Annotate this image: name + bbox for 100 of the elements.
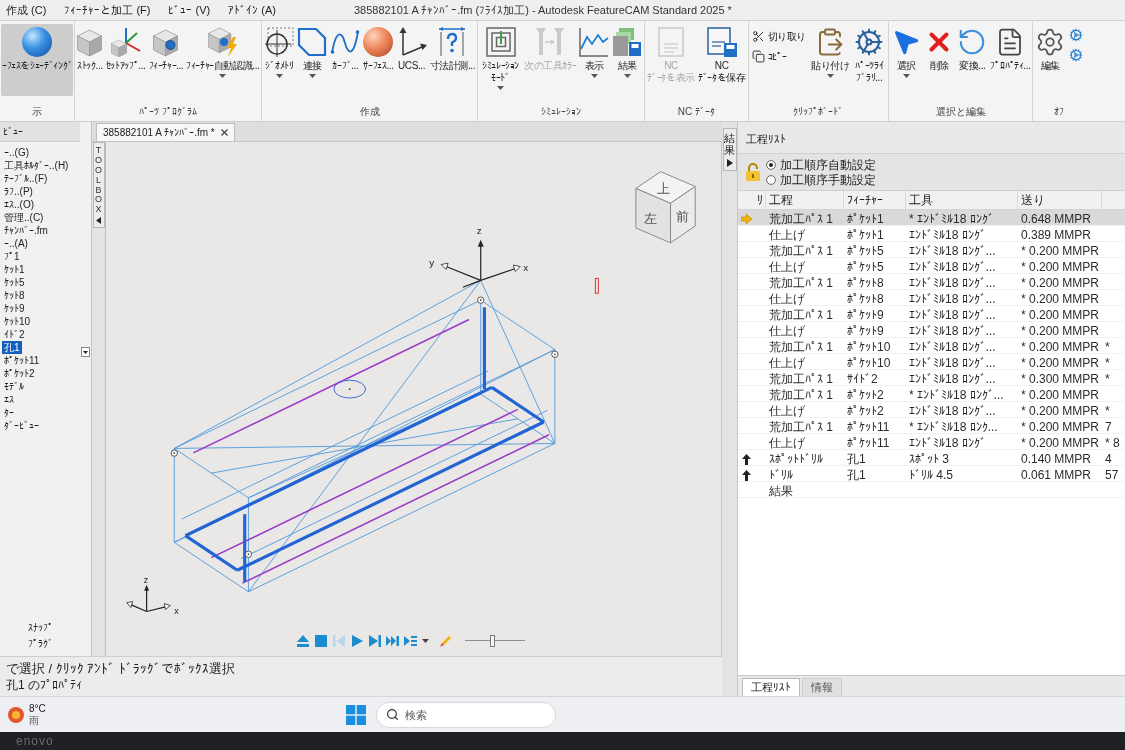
view-cube[interactable] (635, 171, 696, 244)
tree-item[interactable]: ﾎﾟｹｯﾄ11 (2, 354, 42, 367)
ribbon-button[interactable]: 編集 (1034, 24, 1067, 96)
tree-item[interactable]: ﾎﾟｹｯﾄ2 (2, 367, 37, 380)
weather-icon[interactable] (8, 706, 24, 723)
tree-item[interactable]: ｹｯﾄ5 (2, 276, 27, 289)
table-row[interactable]: 仕上げ ﾎﾟｹｯﾄ10 ｴﾝﾄﾞﾐﾙ18 ﾛﾝｸﾞ... * 0.200 MMPR * (738, 354, 1125, 370)
ribbon-button[interactable]: 選択 (890, 24, 923, 96)
start-icon[interactable] (345, 704, 366, 725)
ribbon-button[interactable]: NC ﾃﾞｰﾀを保存 (696, 24, 747, 96)
table-row[interactable]: 荒加工ﾊﾟｽ 1 ﾎﾟｹｯﾄ11 * ｴﾝﾄﾞﾐﾙ18 ﾛﾝｸ... * 0.200 MMPR 7 (738, 418, 1125, 434)
table-row[interactable]: 仕上げ ﾎﾟｹｯﾄ11 ｴﾝﾄﾞﾐﾙ18 ﾛﾝｸﾞ * 0.200 MMPR * 8 (738, 434, 1125, 450)
radio-label[interactable]: 加工順序自動設定 (780, 157, 876, 172)
menu-item[interactable]: ﾋﾞｭｰ (V) (168, 1, 211, 19)
table-row[interactable]: 荒加工ﾊﾟｽ 1 ﾎﾟｹｯﾄ10 ｴﾝﾄﾞﾐﾙ18 ﾛﾝｸﾞ... * 0.200 MMPR * (738, 338, 1125, 354)
ribbon-button[interactable]: 結果 (611, 24, 644, 96)
ribbon-button[interactable]: 貼り付け (809, 24, 851, 96)
slider-thumb[interactable] (489, 635, 495, 647)
tree-item[interactable]: ｹｯﾄ8 (2, 289, 27, 302)
tree-item[interactable]: 管理..(C) (2, 211, 46, 224)
table-row[interactable]: 荒加工ﾊﾟｽ 1 ｻｲﾄﾞ2 ｴﾝﾄﾞﾐﾙ18 ﾛﾝｸﾞ... * 0.300 MMPR * (738, 370, 1125, 386)
play-icon[interactable] (350, 634, 364, 648)
radio-label[interactable]: 加工順序手動設定 (780, 172, 876, 187)
scroll-button[interactable] (81, 347, 90, 357)
slider-track[interactable] (465, 635, 525, 647)
results-tab[interactable]: 結果 (722, 128, 737, 172)
radio-icon[interactable] (766, 159, 776, 170)
skip-to-end-icon[interactable] (386, 634, 400, 648)
column-header[interactable]: ﾘ (754, 191, 766, 209)
tree-item[interactable]: ｹｯﾄ10 (2, 315, 33, 328)
tree-item[interactable]: ﾌﾟ1 (2, 250, 22, 263)
tree-item[interactable]: 孔1 (2, 341, 22, 354)
tree-item[interactable]: ｴｽ..(O) (2, 198, 36, 211)
ribbon-button[interactable]: ｺﾋﾟｰ (749, 46, 808, 66)
tree-item[interactable]: ﾀﾞｰﾋﾞｭｰ (2, 419, 41, 432)
tab[interactable]: 工程ﾘｽﾄ (742, 678, 800, 696)
ribbon-button[interactable]: ｻｰﾌｪｽ... (362, 24, 395, 96)
ribbon-button[interactable]: ﾌｨｰﾁｬｰ自動認識... (185, 24, 261, 96)
tab[interactable]: 情報 (802, 678, 842, 696)
ribbon-button[interactable]: ｶｰﾌﾞ... (329, 24, 362, 96)
table-row[interactable]: 荒加工ﾊﾟｽ 1 ﾎﾟｹｯﾄ9 ｴﾝﾄﾞﾐﾙ18 ﾛﾝｸﾞ... * 0.200 MMPR (738, 306, 1125, 322)
table-row[interactable]: 仕上げ ﾎﾟｹｯﾄ2 ｴﾝﾄﾞﾐﾙ18 ﾛﾝｸﾞ... * 0.200 MMPR * (738, 402, 1125, 418)
table-row[interactable]: 仕上げ ﾎﾟｹｯﾄ5 ｴﾝﾄﾞﾐﾙ18 ﾛﾝｸﾞ... * 0.200 MMPR (738, 258, 1125, 274)
ribbon-button[interactable]: 連接 (296, 24, 329, 96)
step-forward-icon[interactable] (368, 634, 382, 648)
document-tab[interactable]: 385882101 A ﾁｬﾝﾊﾞｰ.fm * (96, 123, 235, 141)
ribbon-button[interactable]: ｽﾄｯｸ... (76, 24, 104, 96)
tree-item[interactable]: ｴｽ (2, 393, 16, 406)
ribbon-button[interactable]: ﾌﾟﾛﾊﾟﾃｨ... (989, 24, 1032, 96)
table-row[interactable]: 仕上げ ﾎﾟｹｯﾄ9 ｴﾝﾄﾞﾐﾙ18 ﾛﾝｸﾞ... * 0.200 MMPR (738, 322, 1125, 338)
ribbon-button[interactable]: ｼﾐｭﾚｰｼｮﾝﾓｰﾄﾞ (479, 24, 523, 96)
tree-item[interactable]: ｰ..(G) (2, 146, 31, 159)
table-row[interactable]: ﾄﾞﾘﾙ 孔1 ﾄﾞﾘﾙ 4.5 0.061 MMPR 57 (738, 466, 1125, 482)
ribbon-button[interactable]: UCS... (395, 24, 428, 96)
menu-item[interactable]: ｱﾄﾞｲﾝ (A) (228, 1, 276, 19)
tree-item[interactable]: ﾀｰ (2, 406, 16, 419)
column-header[interactable]: 工具 (906, 191, 1018, 209)
search-field[interactable]: 検索 (375, 701, 556, 728)
option-item[interactable]: ｽﾅｯﾌﾟ (27, 622, 53, 634)
tree-item[interactable]: ｰ..(A) (2, 237, 30, 250)
eject-icon[interactable] (296, 634, 310, 648)
tree-item[interactable]: ｹｯﾄ9 (2, 302, 27, 315)
radio-icon[interactable] (766, 174, 776, 185)
stop-icon[interactable] (314, 634, 328, 648)
table-row[interactable]: 荒加工ﾊﾟｽ 1 ﾎﾟｹｯﾄ1 * ｴﾝﾄﾞﾐﾙ18 ﾛﾝｸﾞ 0.648 MMPR (738, 210, 1125, 226)
ribbon-button[interactable]: ｰﾌｪｽをｼｪｰﾃﾞｨﾝｸﾞ (1, 24, 74, 96)
ribbon-button[interactable]: ｾｯﾄｱｯﾌﾟ... (104, 24, 147, 96)
column-header[interactable]: ﾌｨｰﾁｬｰ (844, 191, 906, 209)
ribbon-button[interactable]: 切り取り (749, 26, 808, 46)
menu-item[interactable]: ﾌｨｰﾁｬｰと加工 (F) (64, 1, 151, 19)
toolbox-tab[interactable]: TOOLBOX (92, 142, 105, 229)
ribbon-button[interactable]: ﾊﾟｰﾂﾗｲﾌﾞﾗﾘ... (851, 24, 888, 96)
tree-item[interactable]: ﾗﾌ..(P) (2, 185, 35, 198)
pencil-icon[interactable] (439, 634, 453, 648)
table-row[interactable]: ｽﾎﾟｯﾄﾄﾞﾘﾙ 孔1 ｽﾎﾟｯﾄ 3 0.140 MMPR 4 (738, 450, 1125, 466)
table-row[interactable]: 仕上げ ﾎﾟｹｯﾄ8 ｴﾝﾄﾞﾐﾙ18 ﾛﾝｸﾞ... * 0.200 MMPR (738, 290, 1125, 306)
view-cube-label: 左 (644, 211, 658, 227)
table-row[interactable]: 荒加工ﾊﾟｽ 1 ﾎﾟｹｯﾄ5 ｴﾝﾄﾞﾐﾙ18 ﾛﾝｸﾞ... * 0.200 MMPR (738, 242, 1125, 258)
table-row[interactable]: 荒加工ﾊﾟｽ 1 ﾎﾟｹｯﾄ2 * ｴﾝﾄﾞﾐﾙ18 ﾛﾝｸﾞ... * 0.200 MMPR (738, 386, 1125, 402)
menu-item[interactable]: 作成 (C) (6, 1, 47, 19)
option-item[interactable]: ﾌﾟﾗｸﾞ (27, 638, 53, 650)
tree-item[interactable]: ﾓﾃﾞﾙ (2, 380, 26, 393)
ribbon-button[interactable]: 削除 (923, 24, 956, 96)
table-row[interactable]: 結果 (738, 482, 1125, 498)
column-header[interactable]: 工程 (766, 191, 844, 209)
tree-item[interactable]: ﾁｬﾝﾊﾞｰ.fm (2, 224, 50, 237)
tree-item[interactable]: ｹｯﾄ1 (2, 263, 27, 276)
tree-item[interactable]: 工具ﾎﾙﾀﾞｰ..(H) (2, 159, 71, 172)
table-row[interactable]: 荒加工ﾊﾟｽ 1 ﾎﾟｹｯﾄ8 ｴﾝﾄﾞﾐﾙ18 ﾛﾝｸﾞ... * 0.200 MMPR (738, 274, 1125, 290)
close-icon[interactable] (220, 129, 228, 136)
ribbon-button[interactable]: ｼﾞｵﾒﾄﾘ (263, 24, 296, 96)
step-lines-icon[interactable] (404, 634, 418, 648)
column-header[interactable]: 送り (1018, 191, 1102, 209)
table-row[interactable]: 仕上げ ﾎﾟｹｯﾄ1 ｴﾝﾄﾞﾐﾙ18 ﾛﾝｸﾞ 0.389 MMPR (738, 226, 1125, 242)
ribbon-button[interactable]: ﾌｨｰﾁｬｰ... (147, 24, 185, 96)
tree-item[interactable]: ﾃｰﾌﾞﾙ..(F) (2, 172, 50, 185)
ribbon-button[interactable]: 表示 (578, 24, 611, 96)
ribbon-button[interactable]: 寸法計測... (428, 24, 477, 96)
tree-item[interactable]: ｲﾄﾞ2 (2, 328, 27, 341)
ribbon-button[interactable]: 変換... (956, 24, 989, 96)
